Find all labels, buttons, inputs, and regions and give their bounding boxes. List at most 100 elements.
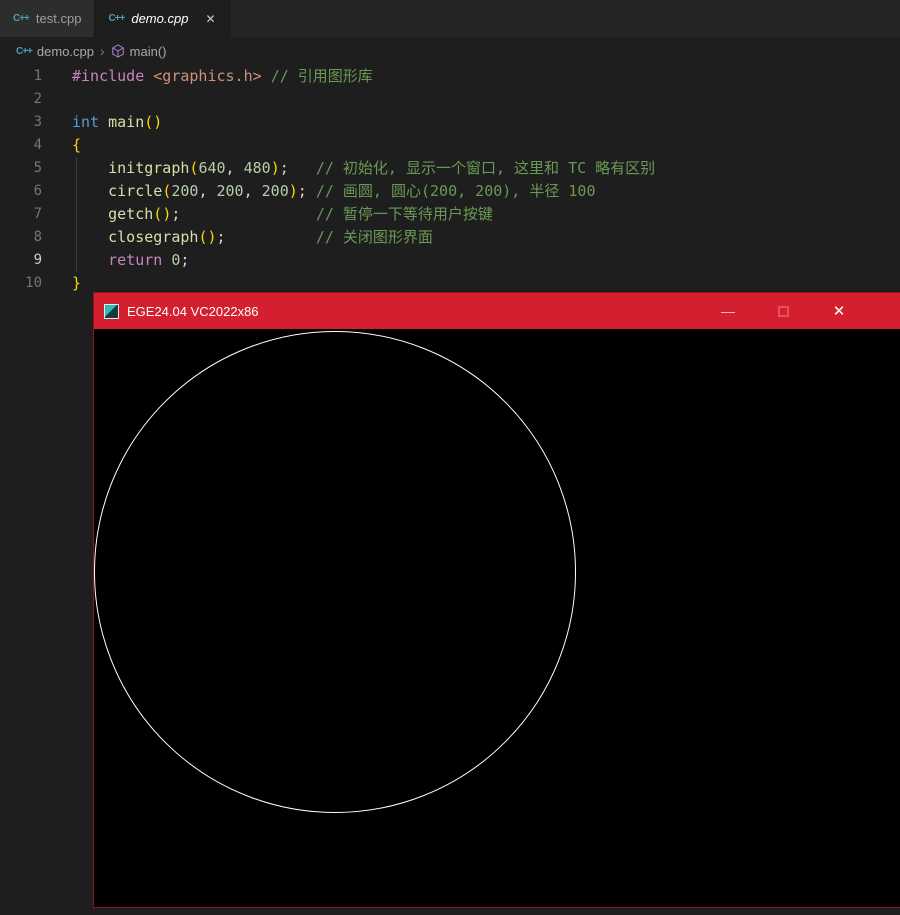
code-line-text — [42, 88, 72, 111]
code-line-text: { — [42, 134, 81, 157]
code-token: ) — [288, 182, 298, 200]
minimize-button[interactable]: — — [705, 293, 751, 329]
tab-demo-cpp[interactable]: C++ demo.cpp ✕ — [95, 0, 230, 37]
cpp-file-icon: C++ — [13, 13, 30, 24]
code-editor[interactable]: 1 #include <graphics.h> // 引用图形库 2 3 int mai… — [0, 65, 900, 295]
indent-guide — [76, 157, 77, 272]
code-token: { — [72, 136, 82, 154]
drawn-circle — [94, 331, 576, 813]
code-token: 480 — [243, 159, 271, 177]
breadcrumb-symbol-label: main() — [129, 43, 167, 59]
code-line-text: #include <graphics.h> // 引用图形库 — [42, 65, 373, 88]
code-line: 5 initgraph(640, 480); // 初始化, 显示一个窗口, 这… — [0, 157, 900, 180]
line-number[interactable]: 4 — [0, 134, 42, 157]
code-token: // 关闭图形界面 — [315, 228, 433, 246]
maximize-box-icon — [777, 305, 789, 317]
code-token: ; — [180, 251, 190, 269]
tab-label: test.cpp — [35, 11, 82, 26]
code-token: // 暂停一下等待用户按键 — [315, 205, 493, 223]
code-token: ) — [153, 113, 163, 131]
code-token: #include — [72, 67, 145, 85]
code-token: <graphics.h> — [153, 67, 262, 85]
code-token: return — [108, 251, 163, 269]
code-token: 200 — [171, 182, 199, 200]
maximize-button[interactable] — [760, 293, 806, 329]
code-line: 8 closegraph(); // 关闭图形界面 — [0, 226, 900, 249]
window-title: EGE24.04 VC2022x86 — [127, 303, 259, 319]
breadcrumb: C++ demo.cpp › main() — [0, 37, 900, 65]
cpp-file-icon: C++ — [108, 13, 125, 24]
line-number[interactable]: 2 — [0, 88, 42, 111]
line-number[interactable]: 7 — [0, 203, 42, 226]
code-line: 9 return 0; — [0, 249, 900, 272]
chevron-right-icon: › — [100, 43, 105, 59]
code-token: ) — [270, 159, 280, 177]
code-line-text: return 0; — [42, 249, 189, 272]
code-token: int — [72, 113, 100, 131]
breadcrumb-file[interactable]: C++ demo.cpp — [16, 44, 94, 59]
code-token: closegraph — [108, 228, 199, 246]
code-token: // 引用图形库 — [270, 67, 373, 85]
line-number[interactable]: 10 — [0, 272, 42, 295]
code-line-text: circle(200, 200, 200); // 画圆, 圆心(200, 20… — [42, 180, 596, 203]
ege-window[interactable]: EGE24.04 VC2022x86 — ✕ — [93, 292, 900, 908]
breadcrumb-file-label: demo.cpp — [36, 43, 94, 59]
tab-test-cpp[interactable]: C++ test.cpp — [0, 0, 96, 37]
breadcrumb-symbol[interactable]: main() — [111, 44, 167, 59]
line-number[interactable]: 5 — [0, 157, 42, 180]
tab-bar: C++ test.cpp C++ demo.cpp ✕ — [0, 0, 900, 37]
method-symbol-icon — [111, 44, 125, 58]
code-token: ( — [153, 205, 163, 223]
code-token: 200 — [216, 182, 244, 200]
code-token: ( — [162, 182, 172, 200]
ege-app-icon — [104, 303, 119, 319]
code-line-text: } — [42, 272, 81, 295]
code-token: getch — [108, 205, 154, 223]
code-token: initgraph — [108, 159, 190, 177]
close-button[interactable]: ✕ — [816, 293, 862, 329]
code-token: ) — [207, 228, 217, 246]
line-number[interactable]: 1 — [0, 65, 42, 88]
code-line: 6 circle(200, 200, 200); // 画圆, 圆心(200, … — [0, 180, 900, 203]
code-token: , — [243, 182, 262, 200]
line-number[interactable]: 3 — [0, 111, 42, 134]
code-line-text: initgraph(640, 480); // 初始化, 显示一个窗口, 这里和… — [42, 157, 655, 180]
code-token: ; — [297, 182, 307, 200]
code-line: 7 getch(); // 暂停一下等待用户按键 — [0, 203, 900, 226]
code-token: // 初始化, 显示一个窗口, 这里和 TC 略有区别 — [315, 159, 656, 177]
code-token: circle — [108, 182, 163, 200]
close-tab-icon[interactable]: ✕ — [205, 13, 215, 25]
code-token: 200 — [261, 182, 289, 200]
code-line: 1 #include <graphics.h> // 引用图形库 — [0, 65, 900, 88]
code-token: main — [108, 113, 145, 131]
ege-canvas — [94, 329, 900, 907]
line-number[interactable]: 8 — [0, 226, 42, 249]
line-number[interactable]: 9 — [0, 249, 42, 272]
code-token: , — [198, 182, 217, 200]
code-token: ; — [279, 159, 289, 177]
code-line: 3 int main() — [0, 111, 900, 134]
code-token: , — [225, 159, 244, 177]
ege-titlebar[interactable]: EGE24.04 VC2022x86 — ✕ — [94, 293, 900, 329]
code-token: ; — [216, 228, 226, 246]
cpp-file-icon: C++ — [16, 45, 33, 57]
line-number[interactable]: 6 — [0, 180, 42, 203]
code-token: ) — [162, 205, 172, 223]
code-token: // 画圆, 圆心(200, 200), 半径 100 — [315, 182, 596, 200]
code-line-text: int main() — [42, 111, 162, 134]
code-token: } — [72, 274, 82, 292]
code-token: 640 — [198, 159, 226, 177]
code-line-text: getch(); // 暂停一下等待用户按键 — [42, 203, 493, 226]
